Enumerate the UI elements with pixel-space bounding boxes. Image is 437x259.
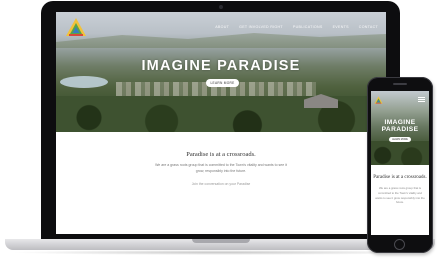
nav-item[interactable]: Get Involved Right xyxy=(239,25,283,29)
main-nav: About Get Involved Right Publications Ev… xyxy=(215,25,378,29)
phone-screen: IMAGINE PARADISE LEARN MORE Paradise is … xyxy=(371,91,429,235)
nav-item[interactable]: Publications xyxy=(293,25,323,29)
nav-item[interactable]: Events xyxy=(333,25,349,29)
hero-water xyxy=(60,76,108,88)
mobile-content-heading: Paradise is at a crossroads. xyxy=(373,175,427,180)
camera xyxy=(219,5,223,9)
phone-device: IMAGINE PARADISE LEARN MORE Paradise is … xyxy=(367,77,433,253)
content-body: We are a grass roots group that is commi… xyxy=(155,163,287,173)
site-logo-icon[interactable] xyxy=(65,17,87,37)
mobile-learn-more-button[interactable]: LEARN MORE xyxy=(389,137,411,142)
mobile-hero-section: IMAGINE PARADISE LEARN MORE xyxy=(371,91,429,165)
mobile-content-body: We are a grass roots group that is commi… xyxy=(375,186,425,205)
learn-more-button[interactable]: LEARN MORE xyxy=(206,79,239,87)
hero-title: IMAGINE PARADISE xyxy=(141,58,301,74)
laptop-notch xyxy=(192,239,250,243)
laptop-screen: About Get Involved Right Publications Ev… xyxy=(56,12,386,234)
mobile-hero-trees xyxy=(371,141,429,165)
hero-mountains xyxy=(56,33,386,48)
mobile-hero-title: IMAGINE PARADISE xyxy=(381,119,419,134)
nav-item[interactable]: Contact xyxy=(359,25,378,29)
nav-item[interactable]: About xyxy=(215,25,229,29)
phone-speaker xyxy=(393,83,407,85)
content-link[interactable]: Join the conversation on your Paradise xyxy=(56,182,386,186)
hamburger-icon[interactable] xyxy=(418,97,425,102)
content-heading: Paradise is at a crossroads. xyxy=(186,151,256,158)
home-button[interactable] xyxy=(394,239,405,250)
hero-section: About Get Involved Right Publications Ev… xyxy=(56,12,386,132)
laptop-shadow xyxy=(10,250,430,255)
mobile-logo-icon[interactable] xyxy=(374,96,383,104)
